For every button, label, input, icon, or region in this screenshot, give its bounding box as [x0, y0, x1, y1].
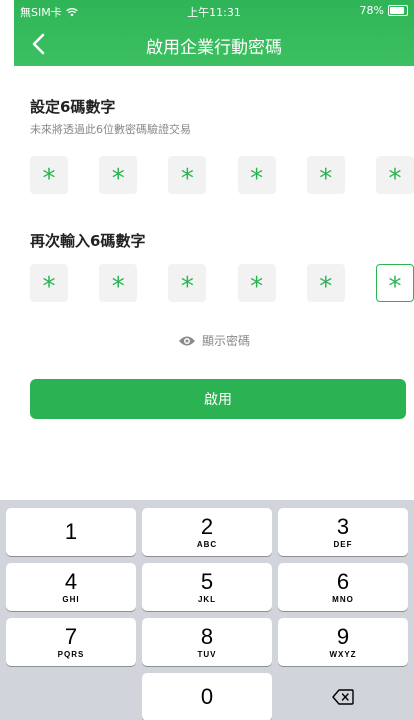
pin-mask: *: [319, 272, 333, 302]
set-pin-subtitle: 未來將透過此6位數密碼驗證交易: [30, 123, 191, 136]
confirm-pin-row[interactable]: * * * * * *: [30, 264, 414, 302]
key-5[interactable]: 5 JKL: [142, 563, 272, 611]
pin-box[interactable]: *: [306, 264, 345, 302]
set-pin-title: 設定6碼數字: [30, 98, 116, 116]
battery-icon: [388, 5, 408, 16]
key-9[interactable]: 9 WXYZ: [278, 618, 408, 666]
pin-mask: *: [250, 272, 264, 302]
pin-box[interactable]: *: [99, 264, 138, 302]
pin-mask: *: [388, 272, 402, 302]
page-title: 啟用企業行動密碼: [146, 38, 282, 58]
battery-percent: 78%: [359, 4, 384, 17]
status-time: 上午11:31: [187, 6, 241, 19]
pin-mask: *: [319, 164, 333, 194]
key-letters: DEF: [333, 539, 353, 549]
key-letters: JKL: [197, 594, 217, 604]
pin-box[interactable]: *: [30, 156, 68, 194]
pin-box[interactable]: *: [237, 156, 276, 194]
pin-box-active[interactable]: *: [375, 264, 414, 302]
key-digit: 7: [64, 623, 78, 649]
key-4[interactable]: 4 GHI: [6, 563, 136, 611]
pin-mask: *: [388, 164, 402, 194]
key-grid: 1 2 ABC 3 DEF 4 GHI 5 JKL 6 MNO 7 PQRS 8 TUV 9W…: [6, 508, 408, 720]
key-letters: PQRS: [57, 649, 85, 659]
backspace-icon: [332, 689, 354, 705]
key-letters: WXYZ: [329, 649, 357, 659]
pin-box[interactable]: *: [375, 156, 414, 194]
key-digit: 9: [336, 623, 350, 649]
key-8[interactable]: 8 TUV: [142, 618, 272, 666]
pin-box[interactable]: *: [30, 264, 68, 302]
eye-icon: [178, 336, 195, 345]
pin-mask: *: [111, 272, 125, 302]
key-letters: ABC: [196, 539, 218, 549]
battery-status: 78%: [360, 4, 408, 17]
key-digit: 1: [64, 519, 78, 544]
pin-box[interactable]: *: [168, 264, 207, 302]
key-2[interactable]: 2 ABC: [142, 508, 272, 556]
pin-box[interactable]: *: [168, 156, 207, 194]
key-letters: TUV: [197, 649, 217, 659]
key-0[interactable]: 0: [142, 673, 272, 720]
key-6[interactable]: 6 MNO: [278, 563, 408, 611]
numeric-keypad: 1 2 ABC 3 DEF 4 GHI 5 JKL 6 MNO 7 PQRS 8 TUV 9W…: [0, 500, 414, 720]
key-digit: 8: [200, 623, 214, 649]
show-password-label: 顯示密碼: [201, 334, 250, 348]
pin-box[interactable]: *: [99, 156, 138, 194]
header: 無SIM卡 上午11:31 78% 啟用企業行動密碼: [14, 0, 414, 66]
pin-mask: *: [250, 164, 264, 194]
key-blank: [6, 673, 136, 720]
pin-mask: *: [42, 272, 56, 302]
delete-key[interactable]: [278, 673, 408, 720]
pin-mask: *: [180, 272, 194, 302]
pin-box[interactable]: *: [306, 156, 345, 194]
pin-mask: *: [180, 164, 194, 194]
key-letters: GHI: [62, 594, 80, 604]
key-digit: 4: [64, 568, 78, 594]
key-3[interactable]: 3 DEF: [278, 508, 408, 556]
key-letters: MNO: [332, 594, 354, 604]
nav-bar: 啟用企業行動密碼: [14, 22, 414, 66]
key-digit: 5: [200, 568, 214, 594]
status-bar: 無SIM卡 上午11:31 78%: [14, 0, 414, 20]
key-digit: 3: [336, 513, 350, 539]
pin-mask: *: [111, 164, 125, 194]
key-digit: 2: [200, 513, 214, 539]
show-password-toggle[interactable]: 顯示密碼: [14, 332, 414, 349]
pin-box[interactable]: *: [237, 264, 276, 302]
key-1[interactable]: 1: [6, 508, 136, 556]
set-pin-row[interactable]: * * * * * *: [30, 156, 414, 194]
key-7[interactable]: 7 PQRS: [6, 618, 136, 666]
key-digit: 6: [336, 568, 350, 594]
pin-mask: *: [42, 164, 56, 194]
enable-button[interactable]: 啟用: [30, 379, 406, 419]
key-digit: 0: [200, 684, 214, 709]
confirm-pin-title: 再次輸入6碼數字: [30, 232, 146, 250]
